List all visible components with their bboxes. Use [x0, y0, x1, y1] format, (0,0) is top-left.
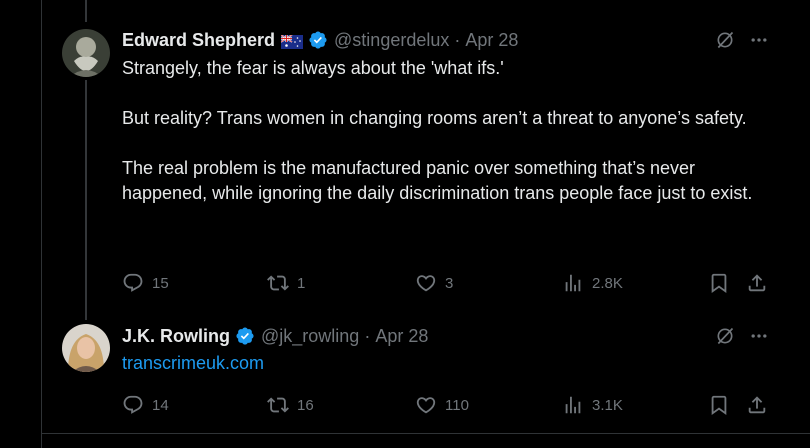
- australia-flag-icon: [280, 33, 304, 49]
- author-name[interactable]: Edward Shepherd: [122, 30, 275, 51]
- reply-button[interactable]: 14: [122, 394, 169, 416]
- avatar[interactable]: [62, 324, 110, 372]
- tweet-top-icons: [714, 325, 770, 347]
- tweet-date[interactable]: Apr 28: [375, 326, 428, 347]
- reply-icon: [122, 272, 144, 294]
- views-icon: [562, 272, 584, 294]
- divider: [41, 433, 810, 434]
- reply-button[interactable]: 15: [122, 272, 169, 294]
- grok-icon[interactable]: [714, 325, 736, 347]
- repost-icon: [267, 394, 289, 416]
- like-count: 3: [445, 274, 454, 292]
- author-handle[interactable]: @stingerdelux: [334, 30, 449, 51]
- bookmark-button[interactable]: [708, 272, 730, 294]
- repost-count: 1: [297, 274, 306, 292]
- tweet-header: J.K. Rowling @jk_rowling · Apr 28: [122, 325, 428, 347]
- views-button[interactable]: 2.8K: [562, 272, 623, 294]
- repost-button[interactable]: 1: [267, 272, 305, 294]
- more-icon[interactable]: [748, 29, 770, 51]
- reply-count: 15: [152, 274, 169, 292]
- tweet-link[interactable]: transcrimeuk.com: [122, 353, 264, 374]
- bookmark-icon: [708, 272, 730, 294]
- like-icon: [415, 272, 437, 294]
- author-handle[interactable]: @jk_rowling: [261, 326, 359, 347]
- share-button[interactable]: [746, 394, 768, 416]
- like-icon: [415, 394, 437, 416]
- avatar[interactable]: [62, 29, 110, 77]
- tweet-paragraph: The real problem is the manufactured pan…: [122, 158, 753, 203]
- views-icon: [562, 394, 584, 416]
- reply-icon: [122, 394, 144, 416]
- views-count: 2.8K: [592, 274, 623, 292]
- tweet-top-icons: [714, 29, 770, 51]
- share-button[interactable]: [746, 272, 768, 294]
- repost-button[interactable]: 16: [267, 394, 314, 416]
- repost-icon: [267, 272, 289, 294]
- tweet-header: Edward Shepherd @stingerdelux · Apr 28: [122, 29, 518, 51]
- thread-line: [85, 80, 87, 320]
- bookmark-icon: [708, 394, 730, 416]
- share-icon: [746, 272, 768, 294]
- share-icon: [746, 394, 768, 416]
- like-count: 110: [445, 396, 469, 414]
- bookmark-button[interactable]: [708, 394, 730, 416]
- author-name[interactable]: J.K. Rowling: [122, 326, 230, 347]
- tweet-paragraph: Strangely, the fear is always about the …: [122, 58, 504, 78]
- verified-badge-icon[interactable]: [235, 326, 255, 346]
- grok-icon[interactable]: [714, 29, 736, 51]
- like-button[interactable]: 110: [415, 394, 469, 416]
- verified-badge-icon[interactable]: [308, 30, 328, 50]
- tweet-date[interactable]: Apr 28: [465, 30, 518, 51]
- reply-count: 14: [152, 396, 169, 414]
- like-button[interactable]: 3: [415, 272, 453, 294]
- more-icon[interactable]: [748, 325, 770, 347]
- repost-count: 16: [297, 396, 314, 414]
- separator-dot: ·: [364, 325, 371, 346]
- tweet-text: Strangely, the fear is always about the …: [122, 56, 772, 206]
- separator-dot: ·: [454, 29, 461, 50]
- tweet-paragraph: But reality? Trans women in changing roo…: [122, 108, 747, 128]
- views-count: 3.1K: [592, 396, 623, 414]
- views-button[interactable]: 3.1K: [562, 394, 623, 416]
- thread-line-top: [85, 0, 87, 22]
